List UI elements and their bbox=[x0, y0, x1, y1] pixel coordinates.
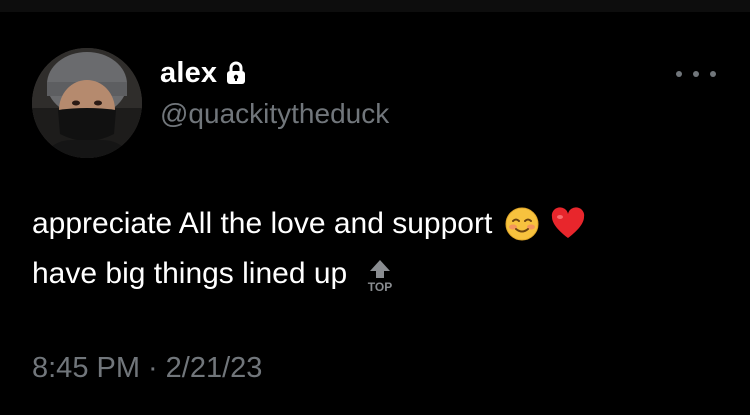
lock-icon bbox=[226, 61, 246, 85]
tweet-timestamp[interactable]: 8:45 PM · 2/21/23 bbox=[32, 352, 262, 385]
tweet-time: 8:45 PM bbox=[32, 352, 140, 384]
tweet-date: 2/21/23 bbox=[165, 352, 263, 384]
tweet-text-line: have big things lined up TOP bbox=[32, 249, 722, 299]
avatar[interactable] bbox=[32, 48, 142, 158]
smiling-face-emoji bbox=[504, 206, 540, 242]
red-heart-emoji bbox=[550, 206, 586, 242]
top-arrow-emoji: TOP bbox=[363, 258, 397, 294]
author-name-row: alex bbox=[160, 56, 246, 90]
tweet-text-line-2: have big things lined up bbox=[32, 257, 348, 290]
top-edge-strip bbox=[0, 0, 750, 12]
more-horizontal-icon bbox=[676, 71, 682, 77]
more-options-button[interactable] bbox=[676, 64, 716, 84]
tweet-text-line: appreciate All the love and support bbox=[32, 199, 722, 249]
tweet-text-line-1: appreciate All the love and support bbox=[32, 207, 493, 240]
tweet-text: appreciate All the love and support have… bbox=[32, 199, 722, 299]
author-handle[interactable]: @quackitytheduck bbox=[160, 98, 389, 130]
timestamp-separator: · bbox=[148, 352, 158, 384]
display-name[interactable]: alex bbox=[160, 57, 217, 90]
tweet: alex @quackitytheduck appreciate All the… bbox=[0, 12, 750, 415]
top-emoji-label: TOP bbox=[368, 280, 392, 294]
